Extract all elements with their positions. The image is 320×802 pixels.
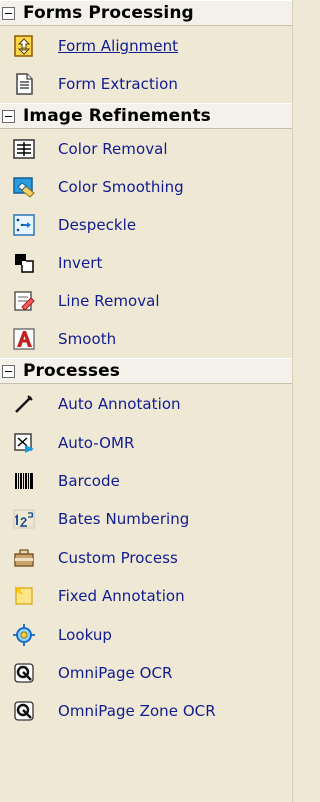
color-smoothing-icon bbox=[10, 173, 38, 201]
item-auto-annotation[interactable]: Auto Annotation bbox=[0, 385, 292, 423]
item-label: Color Smoothing bbox=[58, 178, 184, 196]
item-label: Invert bbox=[58, 254, 103, 272]
item-label: Form Alignment bbox=[58, 37, 179, 55]
section-header-image-refinements[interactable]: Image Refinements bbox=[0, 103, 292, 129]
item-barcode[interactable]: Barcode bbox=[0, 462, 292, 500]
item-omnipage-zone-ocr[interactable]: OmniPage Zone OCR bbox=[0, 692, 292, 730]
section-header-processes[interactable]: Processes bbox=[0, 358, 292, 384]
item-lookup[interactable]: Lookup bbox=[0, 615, 292, 653]
section-processes: Processes Auto Annotation Auto-OMR Barco… bbox=[0, 358, 292, 731]
section-title: Forms Processing bbox=[23, 3, 194, 23]
form-extraction-icon bbox=[10, 70, 38, 98]
item-fixed-annotation[interactable]: Fixed Annotation bbox=[0, 577, 292, 615]
item-line-removal[interactable]: Line Removal bbox=[0, 282, 292, 320]
item-label: Smooth bbox=[58, 330, 117, 348]
collapse-minus-icon[interactable] bbox=[2, 109, 15, 123]
item-omnipage-ocr[interactable]: OmniPage OCR bbox=[0, 654, 292, 692]
section-items: Color Removal Color Smoothing Despeckle … bbox=[0, 129, 292, 358]
despeckle-icon bbox=[10, 211, 38, 239]
item-form-alignment[interactable]: Form Alignment bbox=[0, 27, 292, 65]
item-despeckle[interactable]: Despeckle bbox=[0, 206, 292, 244]
item-label: Color Removal bbox=[58, 140, 168, 158]
item-label: Despeckle bbox=[58, 216, 137, 234]
omnipage-ocr-icon bbox=[10, 659, 38, 687]
item-smooth[interactable]: Smooth bbox=[0, 320, 292, 358]
item-label: Auto-OMR bbox=[58, 433, 135, 452]
item-form-extraction[interactable]: Form Extraction bbox=[0, 65, 292, 103]
item-label: Lookup bbox=[58, 625, 113, 644]
fixed-annotation-icon bbox=[10, 582, 38, 610]
item-label: Barcode bbox=[58, 471, 120, 490]
section-header-forms-processing[interactable]: Forms Processing bbox=[0, 0, 292, 26]
item-label: Bates Numbering bbox=[58, 510, 190, 529]
barcode-icon bbox=[10, 467, 38, 495]
auto-omr-icon bbox=[10, 429, 38, 457]
omnipage-zone-ocr-icon bbox=[10, 697, 38, 725]
item-auto-omr[interactable]: Auto-OMR bbox=[0, 423, 292, 461]
collapse-minus-icon[interactable] bbox=[2, 364, 15, 378]
section-image-refinements: Image Refinements Color Removal Color Sm… bbox=[0, 103, 292, 358]
item-custom-process[interactable]: Custom Process bbox=[0, 539, 292, 577]
item-label: Auto Annotation bbox=[58, 395, 181, 414]
smooth-icon bbox=[10, 325, 38, 353]
item-label: Custom Process bbox=[58, 548, 178, 567]
invert-icon bbox=[10, 249, 38, 277]
section-title: Image Refinements bbox=[23, 106, 211, 126]
section-title: Processes bbox=[23, 361, 120, 381]
item-invert[interactable]: Invert bbox=[0, 244, 292, 282]
form-alignment-icon bbox=[10, 32, 38, 60]
custom-process-icon bbox=[10, 544, 38, 572]
section-items: Auto Annotation Auto-OMR Barcode Bates N… bbox=[0, 384, 292, 731]
auto-annotation-icon bbox=[10, 390, 38, 418]
line-removal-icon bbox=[10, 287, 38, 315]
item-bates-numbering[interactable]: Bates Numbering bbox=[0, 500, 292, 538]
process-panel: Forms Processing Form Alignment Form Ext… bbox=[0, 0, 293, 802]
lookup-icon bbox=[10, 621, 38, 649]
color-removal-icon bbox=[10, 135, 38, 163]
item-label: Fixed Annotation bbox=[58, 587, 185, 606]
item-label: Line Removal bbox=[58, 292, 160, 310]
item-label: Form Extraction bbox=[58, 75, 178, 93]
section-items: Form Alignment Form Extraction bbox=[0, 26, 292, 103]
item-label: OmniPage OCR bbox=[58, 663, 173, 682]
item-color-smoothing[interactable]: Color Smoothing bbox=[0, 168, 292, 206]
item-color-removal[interactable]: Color Removal bbox=[0, 130, 292, 168]
bates-numbering-icon bbox=[10, 505, 38, 533]
item-label: OmniPage Zone OCR bbox=[58, 702, 216, 721]
section-forms-processing: Forms Processing Form Alignment Form Ext… bbox=[0, 0, 292, 103]
collapse-minus-icon[interactable] bbox=[2, 6, 15, 20]
